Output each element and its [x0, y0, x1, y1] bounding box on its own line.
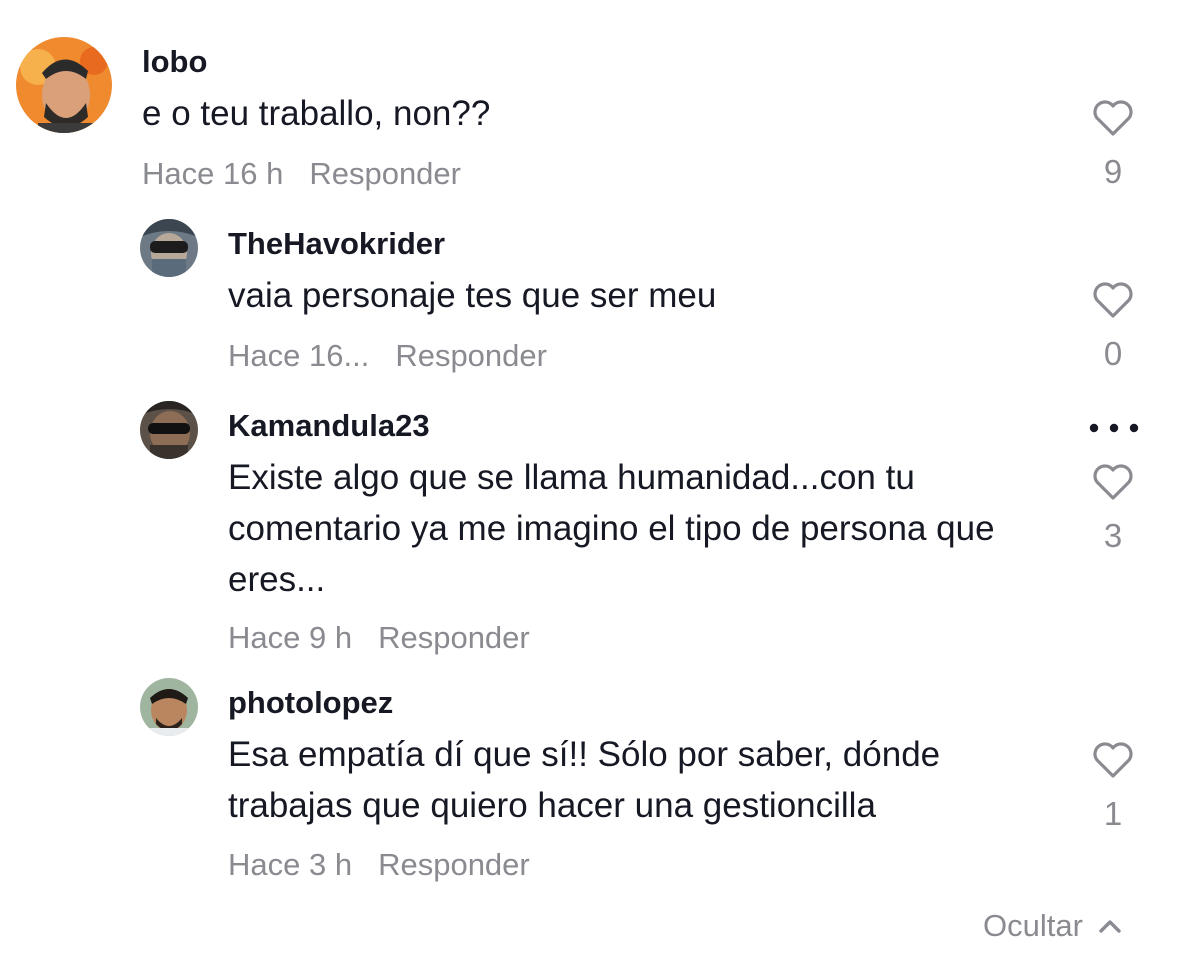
like-group: 3 — [1082, 462, 1144, 556]
heart-outline-icon[interactable] — [1091, 740, 1135, 780]
like-count: 0 — [1103, 335, 1123, 372]
hide-replies-label: Ocultar — [983, 908, 1083, 943]
reply-text: Existe algo que se llama humanidad...con… — [228, 458, 995, 599]
like-count: 3 — [1103, 517, 1123, 554]
avatar-image — [140, 219, 198, 277]
reply-text: vaia personaje tes que ser meu — [228, 276, 717, 315]
reply-meta: Hace 3 h Responder — [228, 847, 530, 883]
heart-outline-icon[interactable] — [1091, 280, 1135, 320]
more-horizontal-icon[interactable] — [1086, 416, 1142, 440]
reply-text: Esa empatía dí que sí!! Sólo por saber, … — [228, 735, 941, 825]
comment-text: e o teu traballo, non?? — [142, 94, 491, 133]
comment-meta: Hace 16 h Responder — [142, 156, 461, 192]
comment-timestamp: Hace 16 h — [142, 156, 284, 191]
like-group: 0 — [1082, 280, 1144, 374]
reply-button[interactable]: Responder — [378, 847, 530, 883]
avatar[interactable] — [16, 37, 112, 133]
avatar-image — [140, 678, 198, 736]
reply-item: photolopez Esa empatía dí que sí!! Sólo … — [0, 0, 1200, 882]
avatar[interactable] — [140, 401, 198, 459]
avatar-image — [16, 37, 112, 133]
like-count: 9 — [1103, 153, 1123, 190]
hide-replies-button[interactable]: Ocultar — [983, 906, 1123, 946]
reply-button[interactable]: Responder — [395, 338, 547, 374]
heart-outline-icon[interactable] — [1091, 98, 1135, 138]
like-count: 1 — [1103, 795, 1123, 832]
heart-outline-icon[interactable] — [1091, 462, 1135, 502]
avatar-image — [140, 401, 198, 459]
reply-button[interactable]: Responder — [309, 156, 461, 192]
avatar[interactable] — [140, 219, 198, 277]
reply-username[interactable]: TheHavokrider — [228, 226, 445, 262]
reply-username[interactable]: photolopez — [228, 685, 393, 721]
chevron-up-icon — [1099, 920, 1121, 933]
reply-meta: Hace 9 h Responder — [228, 620, 530, 656]
comment-username[interactable]: lobo — [142, 44, 207, 80]
avatar[interactable] — [140, 678, 198, 736]
like-group: 9 — [1082, 98, 1144, 192]
like-group: 1 — [1082, 740, 1144, 834]
reply-meta: Hace 16... Responder — [228, 338, 547, 374]
reply-button[interactable]: Responder — [378, 620, 530, 656]
reply-timestamp: Hace 16... — [228, 338, 370, 373]
comment-item: lobo e o teu traballo, non?? Hace 16 h R… — [0, 0, 1200, 200]
reply-timestamp: Hace 3 h — [228, 847, 353, 882]
reply-username[interactable]: Kamandula23 — [228, 408, 430, 444]
reply-timestamp: Hace 9 h — [228, 620, 353, 655]
